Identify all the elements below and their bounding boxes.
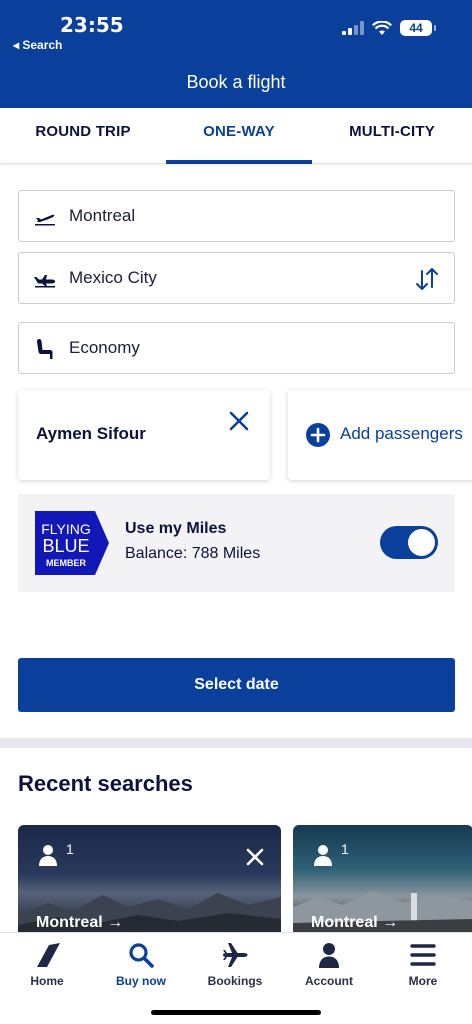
battery-indicator: 44 xyxy=(400,20,436,36)
use-miles-panel: FLYING BLUE MEMBER Use my Miles Balance:… xyxy=(18,494,455,592)
recent-searches-title: Recent searches xyxy=(18,771,193,796)
passenger-card[interactable]: Aymen Sifour xyxy=(18,390,270,480)
flying-blue-logo-line2: BLUE xyxy=(42,536,89,556)
back-to-search-link[interactable]: ◂ Search xyxy=(13,38,62,52)
nav-buy-now[interactable]: Buy now xyxy=(94,941,188,988)
person-icon xyxy=(319,943,339,968)
toggle-knob xyxy=(408,529,435,556)
destination-value: Mexico City xyxy=(69,268,157,287)
home-indicator[interactable] xyxy=(151,1010,321,1015)
airplane-icon xyxy=(223,943,248,967)
use-miles-title: Use my Miles xyxy=(125,520,227,537)
wifi-icon xyxy=(372,20,392,35)
status-icons: 44 xyxy=(342,20,436,36)
signal-icon xyxy=(342,21,364,35)
origin-field[interactable]: Montreal xyxy=(18,190,455,242)
miles-balance: Balance: 788 Miles xyxy=(125,545,261,562)
recent-search-card[interactable]: 1 Montreal → xyxy=(293,825,472,935)
nav-account-label: Account xyxy=(305,974,353,988)
add-passengers-card[interactable]: Add passengers xyxy=(288,390,472,480)
trip-type-tabs: ROUND TRIP ONE-WAY MULTI-CITY xyxy=(0,108,472,164)
tab-multi-city[interactable]: MULTI-CITY xyxy=(312,108,472,164)
tab-one-way-label: ONE-WAY xyxy=(203,123,275,140)
tab-round-trip[interactable]: ROUND TRIP xyxy=(0,108,166,164)
select-date-button[interactable]: Select date xyxy=(18,658,455,712)
tab-one-way[interactable]: ONE-WAY xyxy=(166,108,312,164)
section-divider xyxy=(0,738,472,748)
active-tab-indicator xyxy=(166,160,312,164)
status-time: 23:55 xyxy=(60,13,124,37)
passenger-count: 1 xyxy=(341,841,349,857)
flying-blue-logo-line1: FLYING xyxy=(41,521,91,537)
add-passengers-label: Add passengers xyxy=(340,424,463,443)
close-icon[interactable] xyxy=(245,847,265,867)
origin-value: Montreal xyxy=(69,206,136,225)
nav-bookings-label: Bookings xyxy=(207,974,263,988)
page-title: Book a flight xyxy=(186,72,286,92)
nav-buy-now-label: Buy now xyxy=(116,974,166,988)
nav-bookings[interactable]: Bookings xyxy=(188,941,282,988)
menu-icon xyxy=(410,944,436,966)
airfrance-logo-icon xyxy=(37,943,60,967)
nav-home-label: Home xyxy=(30,974,64,988)
plus-circle-icon xyxy=(306,423,330,447)
cabin-class-value: Economy xyxy=(69,338,140,357)
app-header: 23:55 ◂ Search 44 Book a flight xyxy=(0,0,472,108)
seat-icon xyxy=(37,339,53,359)
destination-field[interactable]: Mexico City xyxy=(18,252,455,304)
flying-blue-logo: FLYING BLUE MEMBER xyxy=(35,511,109,575)
nav-more-label: More xyxy=(408,974,438,988)
use-miles-toggle[interactable] xyxy=(380,526,438,559)
nav-home[interactable]: Home xyxy=(0,941,94,988)
person-icon xyxy=(314,845,332,866)
person-icon xyxy=(39,845,57,866)
flying-blue-logo-line3: MEMBER xyxy=(46,558,86,568)
passenger-name: Aymen Sifour xyxy=(36,424,146,443)
close-icon[interactable] xyxy=(228,410,250,432)
nav-account[interactable]: Account xyxy=(282,941,376,988)
passenger-count: 1 xyxy=(66,841,74,857)
arrival-plane-icon xyxy=(34,275,56,288)
departure-plane-icon xyxy=(35,214,55,226)
cabin-class-field[interactable]: Economy xyxy=(18,322,455,374)
nav-more[interactable]: More xyxy=(376,941,470,988)
recent-search-card[interactable]: 1 Montreal → xyxy=(18,825,281,935)
search-icon xyxy=(129,943,154,968)
swap-airports-icon[interactable] xyxy=(414,265,440,293)
recent-search-route: Montreal → xyxy=(311,914,399,931)
recent-search-route: Montreal → xyxy=(36,914,124,931)
